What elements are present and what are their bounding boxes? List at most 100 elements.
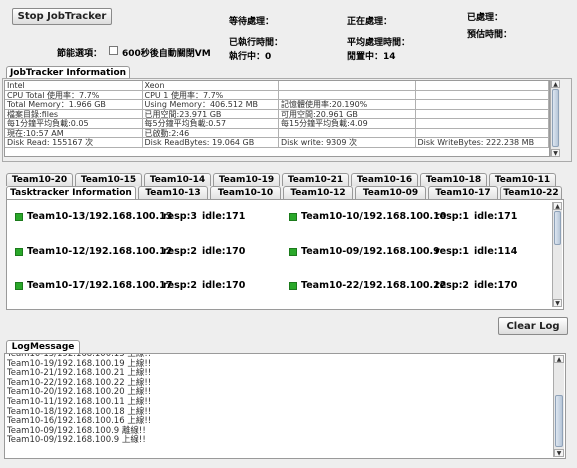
tab-team10-15[interactable]: Team10-15 (75, 173, 142, 186)
info-cell (416, 119, 549, 128)
avg-time-label: 平均處理時間： (347, 38, 411, 48)
info-cell: 現在:10:57 AM (5, 128, 143, 137)
status-online-icon (289, 247, 297, 256)
tasktracker-idle: idle:170 (474, 280, 518, 291)
info-row: 檔案目錄:files 已用空間:23.971 GB 可用空間:20.961 GB (5, 109, 549, 119)
log-panel: Team10-15/192.168.100.15 上線!! Team10-19/1… (4, 353, 566, 459)
jobtracker-info-table: Intel Xeon CPU Total 使用率：7.7% CPU 1 使用率：7.7… (4, 80, 550, 157)
info-cell: 已啟動:2:46 (143, 128, 279, 137)
info-cell (416, 81, 549, 90)
info-cell: Intel (5, 81, 143, 90)
processing-label: 正在處理： (347, 17, 393, 27)
tasktracker-idle: idle:114 (474, 246, 518, 257)
scroll-up-icon[interactable]: ▲ (553, 202, 562, 210)
tab-team10-22[interactable]: Team10-22 (500, 186, 562, 199)
stop-jobtracker-button[interactable]: Stop JobTracker (12, 8, 112, 25)
idle-count: 閒置中：14 (347, 52, 396, 62)
tasktracker-scrollbar[interactable]: ▲ ▼ (552, 202, 562, 307)
info-cell (416, 100, 549, 109)
auto-shutdown-label: 600秒後自動關閉VM (122, 49, 211, 59)
tasktracker-resp: resp:2 (163, 280, 197, 291)
tasktracker-entry: Team10-13/192.168.100.13 resp:3 idle:171 (15, 211, 245, 222)
waiting-label: 等待處理： (229, 17, 275, 27)
status-online-icon (289, 212, 297, 221)
processed-label: 已處理： (467, 13, 504, 23)
tasktracker-resp: resp:2 (435, 280, 469, 291)
info-cell: CPU 1 使用率：7.7% (143, 90, 279, 99)
info-cell: Disk write: 9309 次 (279, 138, 416, 147)
info-cell: Disk WriteBytes: 222.238 MB (416, 138, 549, 147)
tab-team10-13[interactable]: Team10-13 (138, 186, 208, 199)
estimated-time-label: 預估時間： (467, 30, 513, 40)
scroll-thumb[interactable] (554, 211, 561, 245)
tab-team10-09[interactable]: Team10-09 (355, 186, 426, 199)
tasktracker-name: Team10-10/192.168.100.10 (301, 211, 447, 222)
info-row: Total Memory：1.966 GB Using Memory：406.51… (5, 100, 549, 110)
info-cell: Disk ReadBytes: 19.064 GB (143, 138, 279, 147)
tasktracker-entry: Team10-17/192.168.100.17 resp:2 idle:170 (15, 280, 245, 291)
info-cell: 檔案目錄:files (5, 109, 143, 118)
info-cell (416, 109, 549, 118)
info-cell: Total Memory：1.966 GB (5, 100, 143, 109)
status-online-icon (15, 212, 23, 221)
info-cell (279, 90, 416, 99)
clear-log-button[interactable]: Clear Log (498, 317, 568, 335)
scroll-up-icon[interactable]: ▲ (554, 355, 564, 363)
info-cell: 每5分鐘平均負載:0.57 (143, 119, 279, 128)
elapsed-time-label: 已執行時間： (229, 38, 284, 48)
info-cell: CPU Total 使用率：7.7% (5, 90, 143, 99)
tasktracker-entry: Team10-12/192.168.100.12 resp:2 idle:170 (15, 246, 245, 257)
info-cell (416, 128, 549, 137)
info-scrollbar[interactable]: ▲ ▼ (550, 80, 560, 157)
info-cell: Using Memory：406.512 MB (143, 100, 279, 109)
scroll-thumb[interactable] (552, 89, 559, 147)
tasktracker-name: Team10-17/192.168.100.17 (27, 280, 173, 291)
tab-team10-14[interactable]: Team10-14 (144, 173, 211, 186)
info-cell: 每15分鐘平均負載:4.09 (279, 119, 416, 128)
tab-team10-10[interactable]: Team10-10 (210, 186, 281, 199)
tasktracker-idle: idle:170 (202, 246, 246, 257)
status-online-icon (15, 281, 23, 290)
auto-shutdown-checkbox[interactable] (109, 46, 118, 55)
tasktracker-name: Team10-09/192.168.100.9 (301, 246, 440, 257)
info-cell: Disk Read: 155167 次 (5, 138, 143, 147)
tab-team10-18[interactable]: Team10-18 (420, 173, 487, 186)
tasktracker-name: Team10-22/192.168.100.22 (301, 280, 447, 291)
status-online-icon (289, 281, 297, 290)
tab-team10-17[interactable]: Team10-17 (428, 186, 498, 199)
tab-team10-16[interactable]: Team10-16 (351, 173, 418, 186)
scroll-up-icon[interactable]: ▲ (551, 80, 560, 88)
scroll-down-icon[interactable]: ▼ (551, 149, 560, 157)
tasktracker-panel: Team10-13/192.168.100.13 resp:3 idle:171 Te… (6, 199, 564, 310)
info-cell: 每1分鐘平均負載:0.05 (5, 119, 143, 128)
tab-team10-12[interactable]: Team10-12 (283, 186, 353, 199)
tab-tasktracker-information[interactable]: Tasktracker Information (6, 186, 136, 199)
tasktracker-resp: resp:3 (163, 211, 197, 222)
tasktracker-entry: Team10-09/192.168.100.9 resp:1 idle:114 (289, 246, 517, 257)
tasktracker-entry: Team10-10/192.168.100.10 resp:1 idle:171 (289, 211, 517, 222)
tasktracker-name: Team10-13/192.168.100.13 (27, 211, 173, 222)
tasktracker-idle: idle:171 (202, 211, 246, 222)
scroll-down-icon[interactable]: ▼ (553, 299, 562, 307)
info-cell: Xeon (143, 81, 279, 90)
info-row: 每1分鐘平均負載:0.05 每5分鐘平均負載:0.57 每15分鐘平均負載:4.09 (5, 119, 549, 129)
tab-team10-21[interactable]: Team10-21 (282, 173, 349, 186)
info-cell (416, 90, 549, 99)
scroll-thumb[interactable] (555, 395, 563, 447)
tasktracker-resp: resp:1 (435, 211, 469, 222)
tab-team10-20[interactable]: Team10-20 (6, 173, 73, 186)
tab-log-message[interactable]: LogMessage (6, 340, 80, 353)
scroll-down-icon[interactable]: ▼ (554, 449, 564, 457)
tasktracker-resp: resp:2 (163, 246, 197, 257)
tasktracker-entry: Team10-22/192.168.100.22 resp:2 idle:170 (289, 280, 517, 291)
log-line: Team10-09/192.168.100.9 上線!! (7, 435, 146, 446)
log-scrollbar[interactable]: ▲ ▼ (553, 355, 564, 457)
info-cell (279, 81, 416, 90)
tab-team10-19[interactable]: Team10-19 (213, 173, 280, 186)
info-cell: 已用空間:23.971 GB (143, 109, 279, 118)
info-cell: 記憶體使用率:20.190% (279, 100, 416, 109)
info-row: Intel Xeon (5, 81, 549, 91)
tab-team10-11[interactable]: Team10-11 (489, 173, 556, 186)
info-row: Disk Read: 155167 次 Disk ReadBytes: 19.06… (5, 138, 549, 148)
tasktracker-name: Team10-12/192.168.100.12 (27, 246, 173, 257)
